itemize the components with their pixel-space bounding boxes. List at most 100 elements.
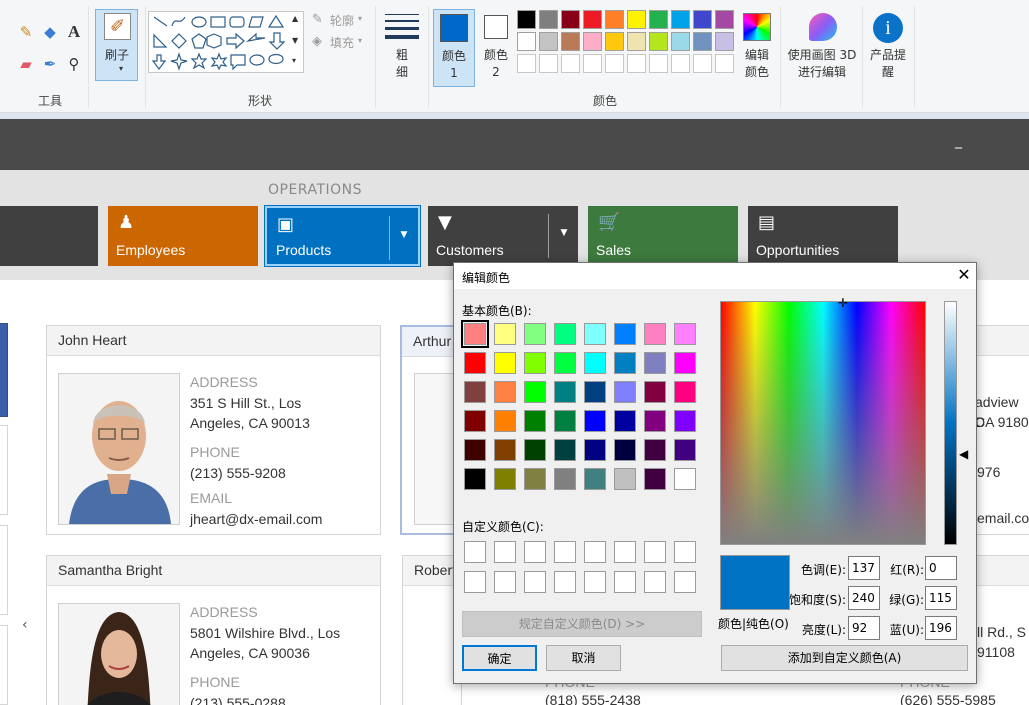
employee-card[interactable]: Samantha Bright ADDRESS 5801 Wilshire Bl… xyxy=(46,555,381,705)
palette-swatch[interactable] xyxy=(715,10,734,29)
basic-color-swatch[interactable] xyxy=(674,439,696,461)
palette-swatch-empty[interactable] xyxy=(539,54,558,73)
palette-swatch-empty[interactable] xyxy=(561,54,580,73)
color2-button[interactable]: 颜色 2 xyxy=(478,9,516,87)
nav-tile-customers[interactable]: ▼ Customers ▼ xyxy=(428,206,578,266)
basic-color-swatch[interactable] xyxy=(524,352,546,374)
brush-button[interactable]: ✐ 刷子 ▾ xyxy=(95,9,138,81)
custom-color-swatch[interactable] xyxy=(614,541,636,563)
shapes-scroll-down-icon[interactable]: ▼ xyxy=(292,36,298,45)
outline-label[interactable]: 轮廓 xyxy=(330,12,354,29)
spectrum-crosshair-icon[interactable]: ✛ xyxy=(838,297,848,309)
nav-tile-opportunities[interactable]: ▤ Opportunities xyxy=(748,206,898,266)
custom-color-swatch[interactable] xyxy=(674,541,696,563)
basic-color-swatch[interactable] xyxy=(674,468,696,490)
palette-swatch-empty[interactable] xyxy=(671,54,690,73)
luminance-slider[interactable] xyxy=(944,301,957,545)
palette-swatch[interactable] xyxy=(605,32,624,51)
partial-card-left[interactable] xyxy=(0,625,8,705)
custom-color-swatch[interactable] xyxy=(584,541,606,563)
basic-color-swatch[interactable] xyxy=(674,410,696,432)
color-spectrum[interactable]: ✛ xyxy=(720,297,926,545)
magnifier-icon[interactable]: ⚲ xyxy=(64,54,84,74)
basic-color-swatch[interactable] xyxy=(524,410,546,432)
custom-color-swatch[interactable] xyxy=(644,541,666,563)
custom-color-swatch[interactable] xyxy=(464,571,486,593)
eraser-icon[interactable]: ▰ xyxy=(16,54,36,74)
basic-color-swatch[interactable] xyxy=(614,323,636,345)
shapes-more-icon[interactable]: ▾ xyxy=(292,56,296,65)
basic-color-swatch[interactable] xyxy=(554,381,576,403)
basic-color-swatch[interactable] xyxy=(524,439,546,461)
custom-color-swatch[interactable] xyxy=(494,571,516,593)
palette-swatch[interactable] xyxy=(539,10,558,29)
palette-swatch[interactable] xyxy=(583,32,602,51)
basic-color-swatch[interactable] xyxy=(524,323,546,345)
blue-field[interactable]: 196 xyxy=(925,616,957,640)
basic-color-swatch[interactable] xyxy=(494,439,516,461)
edit-colors-button[interactable]: 编辑颜色 xyxy=(740,9,776,87)
basic-color-swatch[interactable] xyxy=(584,410,606,432)
palette-swatch-empty[interactable] xyxy=(693,54,712,73)
basic-color-swatch[interactable] xyxy=(614,439,636,461)
palette-swatch-empty[interactable] xyxy=(583,54,602,73)
custom-color-swatch[interactable] xyxy=(554,541,576,563)
nav-tile-sales[interactable]: 🛒 Sales xyxy=(588,206,738,266)
custom-color-swatch[interactable] xyxy=(674,571,696,593)
shapes-gallery[interactable]: ▲ ▼ ▾ xyxy=(148,11,304,73)
palette-swatch[interactable] xyxy=(671,10,690,29)
product-alert-button[interactable]: i 产品提醒 xyxy=(866,9,910,87)
partial-card-left[interactable] xyxy=(0,323,8,417)
custom-color-swatch[interactable] xyxy=(644,571,666,593)
basic-color-swatch[interactable] xyxy=(464,468,486,490)
custom-color-swatch[interactable] xyxy=(614,571,636,593)
nav-tile-products[interactable]: ▣ Products ▼ xyxy=(264,205,421,267)
basic-color-swatch[interactable] xyxy=(614,410,636,432)
palette-swatch[interactable] xyxy=(649,32,668,51)
employee-card[interactable]: Arthur xyxy=(400,325,462,535)
ok-button[interactable]: 确定 xyxy=(462,645,537,671)
basic-color-swatch[interactable] xyxy=(674,352,696,374)
basic-color-swatch[interactable] xyxy=(494,352,516,374)
basic-color-swatch[interactable] xyxy=(554,468,576,490)
palette-swatch-empty[interactable] xyxy=(715,54,734,73)
basic-color-swatch[interactable] xyxy=(524,381,546,403)
palette-swatch[interactable] xyxy=(627,32,646,51)
green-field[interactable]: 115 xyxy=(925,586,957,610)
palette-swatch[interactable] xyxy=(605,10,624,29)
basic-color-swatch[interactable] xyxy=(554,439,576,461)
palette-swatch-empty[interactable] xyxy=(649,54,668,73)
custom-color-swatch[interactable] xyxy=(524,541,546,563)
basic-color-swatch[interactable] xyxy=(614,468,636,490)
basic-color-swatch[interactable] xyxy=(644,468,666,490)
palette-swatch-empty[interactable] xyxy=(605,54,624,73)
basic-color-swatch[interactable] xyxy=(584,468,606,490)
scroll-left-icon[interactable]: ‹ xyxy=(22,617,28,633)
palette-swatch[interactable] xyxy=(583,10,602,29)
palette-swatch[interactable] xyxy=(561,10,580,29)
minimize-button[interactable]: _ xyxy=(955,133,969,149)
basic-color-swatch[interactable] xyxy=(494,381,516,403)
nav-tile-employees[interactable]: ♟ Employees xyxy=(108,206,258,266)
basic-color-swatch[interactable] xyxy=(464,381,486,403)
basic-color-swatch[interactable] xyxy=(584,439,606,461)
basic-color-swatch[interactable] xyxy=(614,352,636,374)
basic-color-swatch[interactable] xyxy=(494,323,516,345)
text-icon[interactable]: A xyxy=(64,22,84,42)
basic-color-swatch[interactable] xyxy=(674,323,696,345)
custom-color-swatch[interactable] xyxy=(494,541,516,563)
palette-swatch[interactable] xyxy=(715,32,734,51)
custom-color-swatch[interactable] xyxy=(464,541,486,563)
basic-color-swatch[interactable] xyxy=(464,352,486,374)
fill-bucket-icon[interactable]: ◆ xyxy=(40,22,60,42)
palette-swatch[interactable] xyxy=(517,32,536,51)
products-dropdown-icon[interactable]: ▼ xyxy=(398,230,410,240)
basic-color-swatch[interactable] xyxy=(644,381,666,403)
customers-dropdown-icon[interactable]: ▼ xyxy=(558,228,570,238)
basic-color-swatch[interactable] xyxy=(554,352,576,374)
palette-swatch[interactable] xyxy=(539,32,558,51)
define-custom-colors-button[interactable]: 规定自定义颜色(D) >> xyxy=(462,611,702,637)
basic-color-swatch[interactable] xyxy=(554,410,576,432)
basic-color-swatch[interactable] xyxy=(584,381,606,403)
custom-color-swatch[interactable] xyxy=(554,571,576,593)
